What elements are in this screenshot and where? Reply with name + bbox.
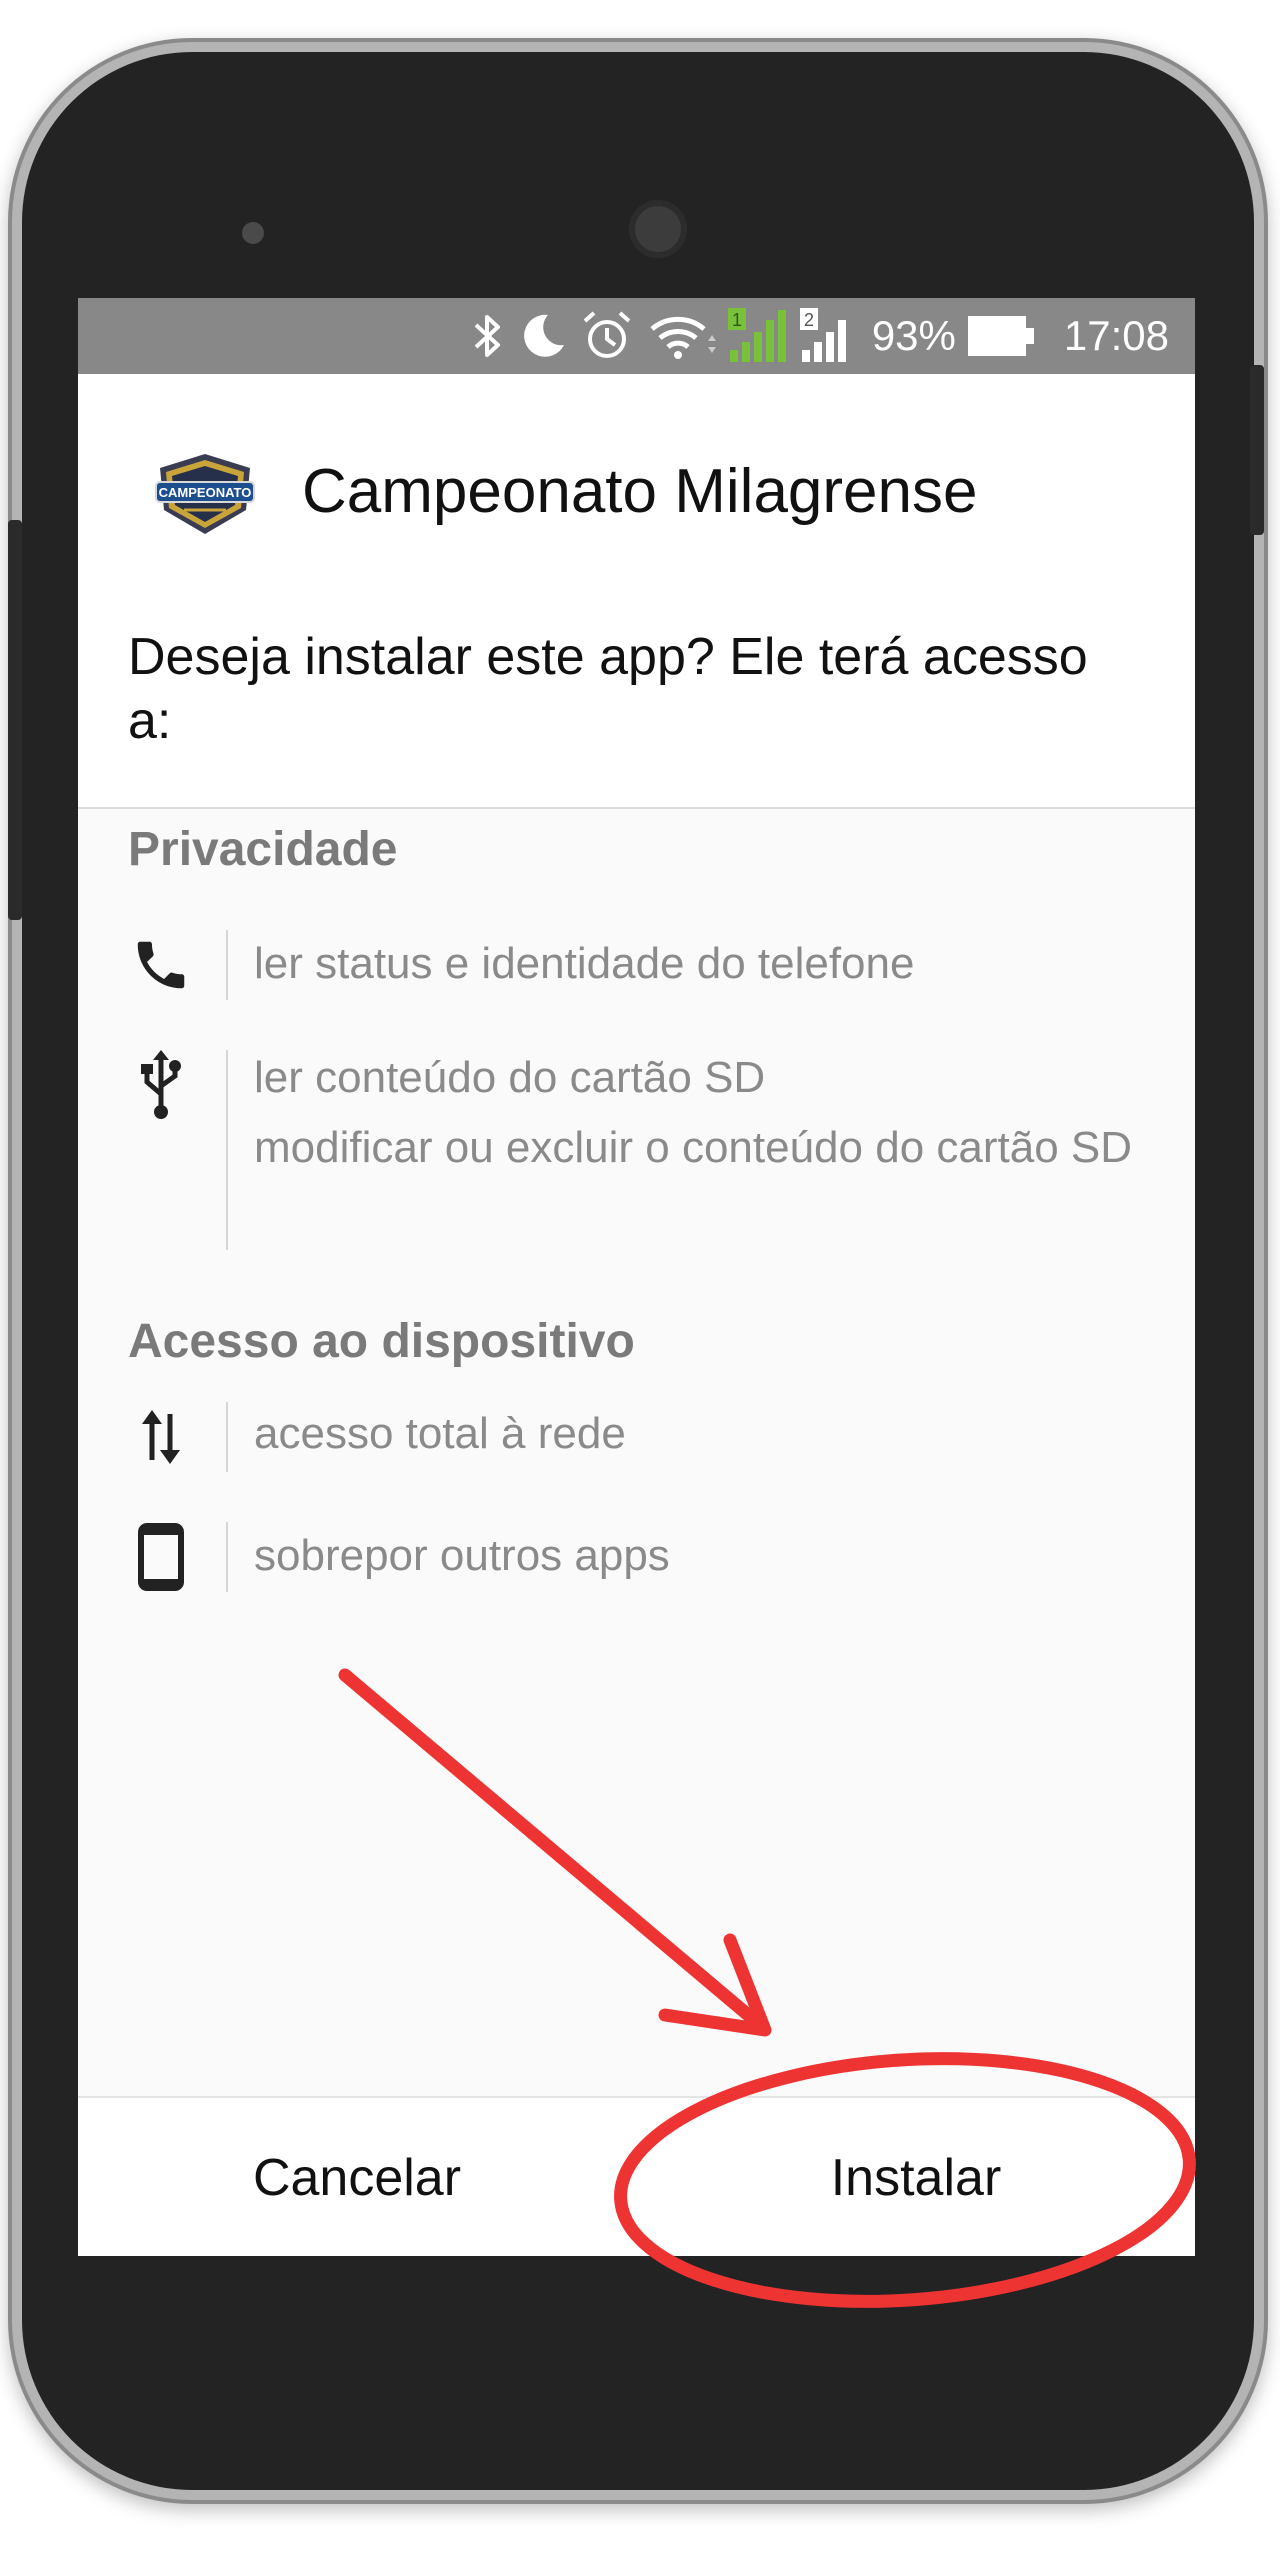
permission-separator	[226, 1522, 228, 1592]
install-screen: 1 2 93% 17:08 CAMPEONATO Campeonato Mila…	[78, 298, 1195, 2256]
sim2-signal-icon: 2	[799, 308, 846, 362]
cancel-button[interactable]: Cancelar	[78, 2098, 636, 2256]
power-button	[1250, 365, 1264, 535]
permission-text: ler status e identidade do telefone	[254, 939, 915, 988]
permission-text: modificar ou excluir o conteúdo do cartã…	[254, 1123, 1133, 1172]
moon-icon	[523, 314, 564, 357]
sim1-signal-icon: 1	[727, 308, 786, 362]
battery-icon	[967, 316, 1034, 356]
wifi-icon	[650, 316, 716, 359]
permission-row-storage: ler conteúdo do cartão SD modificar ou e…	[78, 1050, 1195, 1250]
device-icon	[126, 1522, 196, 1592]
svg-text:2: 2	[804, 310, 814, 330]
permission-row-network: acesso total à rede	[78, 1402, 1195, 1492]
permission-row-phone-state: ler status e identidade do telefone	[78, 930, 1195, 1020]
section-title-acesso-dispositivo: Acesso ao dispositivo	[128, 1315, 635, 1368]
install-question: Deseja instalar este app? Ele terá acess…	[128, 628, 1088, 750]
clock: 17:08	[1063, 312, 1169, 359]
install-question-box: Deseja instalar este app? Ele terá acess…	[78, 589, 1195, 809]
front-camera	[629, 200, 687, 258]
permission-text: acesso total à rede	[254, 1409, 626, 1458]
permission-text: sobrepor outros apps	[254, 1531, 670, 1580]
volume-button	[8, 520, 22, 920]
svg-text:CAMPEONATO: CAMPEONATO	[159, 485, 252, 500]
dialog-footer: Cancelar Instalar	[78, 2096, 1195, 2256]
app-logo-icon: CAMPEONATO	[155, 454, 255, 534]
install-button[interactable]: Instalar	[637, 2098, 1195, 2256]
status-bar: 1 2 93% 17:08	[78, 298, 1195, 374]
section-title-privacidade: Privacidade	[128, 823, 398, 876]
app-title: Campeonato Milagrense	[302, 457, 978, 526]
network-arrows-icon	[126, 1402, 196, 1472]
battery-percent: 93%	[871, 312, 956, 359]
permission-separator	[226, 930, 228, 1000]
alarm-icon	[583, 311, 631, 358]
permission-row-overlay: sobrepor outros apps	[78, 1522, 1195, 1612]
svg-text:1: 1	[732, 310, 742, 330]
app-header: CAMPEONATO Campeonato Milagrense	[78, 374, 1195, 662]
proximity-sensor	[242, 222, 264, 244]
permission-separator	[226, 1402, 228, 1472]
permission-separator	[226, 1050, 228, 1250]
usb-icon	[126, 1050, 196, 1120]
phone-icon	[126, 930, 196, 1000]
permission-text: ler conteúdo do cartão SD	[254, 1053, 766, 1102]
bluetooth-icon	[474, 315, 500, 357]
